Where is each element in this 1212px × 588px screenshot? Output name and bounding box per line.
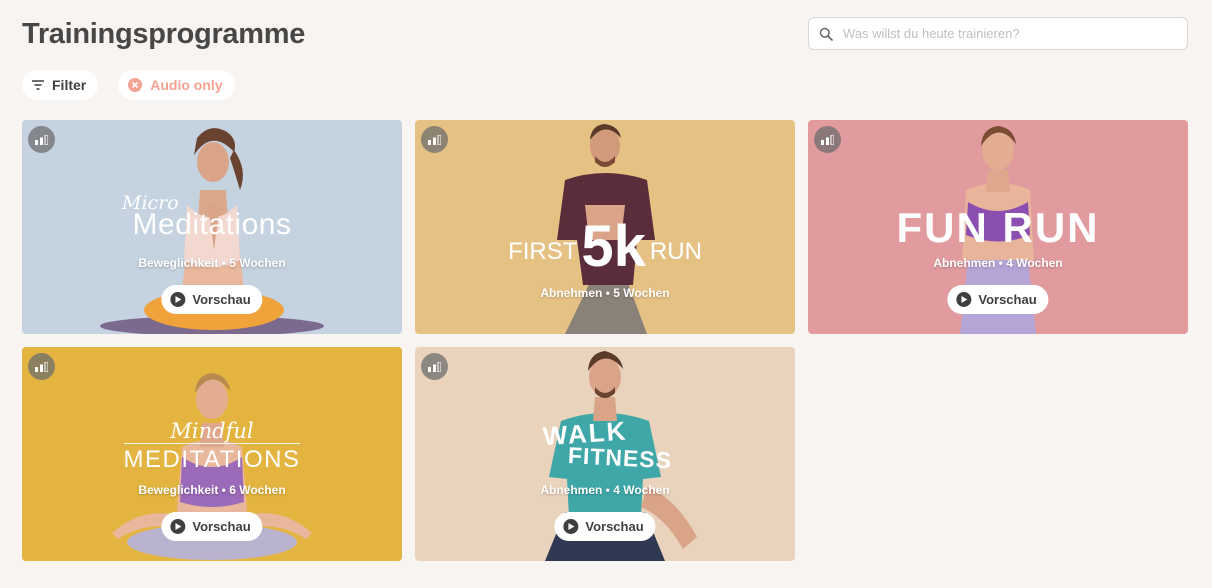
clear-filter-icon[interactable] <box>128 78 143 92</box>
program-logo: FUN RUN <box>808 204 1188 252</box>
preview-label: Vorschau <box>585 519 644 534</box>
program-logo-main: MEDITATIONS <box>123 446 301 473</box>
preview-button[interactable]: Vorschau <box>161 285 263 314</box>
program-card-fun-run[interactable]: FUN RUN Abnehmen • 4 Wochen Vorschau <box>808 120 1188 334</box>
audio-level-icon <box>28 353 55 380</box>
program-logo-divider <box>124 443 300 444</box>
play-icon <box>170 519 186 534</box>
program-logo: FIRST 5k RUN <box>415 218 795 276</box>
play-icon <box>563 519 579 534</box>
search-bar[interactable] <box>808 17 1188 50</box>
preview-button[interactable]: Vorschau <box>947 285 1049 314</box>
program-logo: Micro Meditations <box>22 192 402 242</box>
preview-button[interactable]: Vorschau <box>554 512 656 541</box>
play-icon <box>170 292 186 307</box>
audio-level-icon <box>421 353 448 380</box>
program-card-first-5k-run[interactable]: FIRST 5k RUN Abnehmen • 5 Wochen <box>415 120 795 334</box>
audio-level-icon <box>28 126 55 153</box>
preview-label: Vorschau <box>978 292 1037 307</box>
preview-label: Vorschau <box>192 519 251 534</box>
program-meta: Beweglichkeit • 5 Wochen <box>138 256 286 270</box>
filter-bar: Filter Audio only <box>22 70 235 100</box>
audio-level-icon <box>421 126 448 153</box>
filter-icon <box>32 80 44 90</box>
filter-label: Filter <box>52 77 87 93</box>
audio-only-label: Audio only <box>150 77 223 93</box>
program-logo-left: FIRST <box>508 238 578 265</box>
program-logo-main: Meditations <box>132 208 292 241</box>
play-icon <box>956 292 972 307</box>
program-grid: Micro Meditations Beweglichkeit • 5 Woch… <box>22 120 1188 561</box>
filter-button[interactable]: Filter <box>22 70 99 100</box>
preview-button[interactable]: Vorschau <box>161 512 263 541</box>
program-meta: Beweglichkeit • 6 Wochen <box>138 483 286 497</box>
preview-label: Vorschau <box>192 292 251 307</box>
program-card-walk-fitness[interactable]: WALK FITNESS Abnehmen • 4 Wochen Vorscha… <box>415 347 795 561</box>
search-icon <box>819 27 833 41</box>
program-logo-script: Mindful <box>170 419 254 443</box>
program-logo-big: 5k <box>581 214 646 279</box>
program-logo-right: RUN <box>649 238 702 265</box>
audio-only-chip[interactable]: Audio only <box>118 70 235 100</box>
program-logo: WALK FITNESS <box>415 415 795 473</box>
search-input[interactable] <box>843 26 1163 41</box>
program-meta: Abnehmen • 4 Wochen <box>933 256 1063 270</box>
program-logo: Mindful MEDITATIONS <box>22 419 402 474</box>
program-card-micro-meditations[interactable]: Micro Meditations Beweglichkeit • 5 Woch… <box>22 120 402 334</box>
program-card-mindful-meditations[interactable]: Mindful MEDITATIONS Beweglichkeit • 6 Wo… <box>22 347 402 561</box>
program-meta: Abnehmen • 4 Wochen <box>540 483 670 497</box>
program-logo-main: FUN RUN <box>896 204 1100 251</box>
audio-level-icon <box>814 126 841 153</box>
program-meta: Abnehmen • 5 Wochen <box>540 286 670 300</box>
page-title: Trainingsprogramme <box>22 18 306 50</box>
